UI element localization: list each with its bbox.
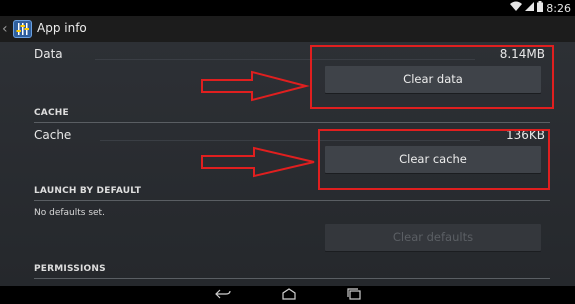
clear-defaults-button[interactable]: Clear defaults — [325, 224, 541, 251]
back-icon[interactable] — [215, 288, 231, 303]
permissions-section-header: PERMISSIONS — [34, 264, 550, 279]
app-icon[interactable] — [13, 20, 32, 38]
status-icons: 8:26 — [510, 0, 571, 16]
up-chevron-icon[interactable]: ‹ — [2, 20, 10, 38]
recent-apps-icon[interactable] — [346, 288, 362, 303]
cache-section-title: CACHE — [34, 108, 69, 118]
data-label: Data — [34, 47, 63, 61]
section-divider — [34, 122, 550, 123]
battery-icon — [537, 1, 544, 15]
launch-by-default-title: LAUNCH BY DEFAULT — [34, 186, 142, 196]
cache-section-header: CACHE — [34, 108, 550, 123]
arrow-to-clear-cache-icon — [201, 146, 315, 178]
section-divider — [34, 278, 550, 279]
signal-icon — [525, 1, 535, 15]
no-defaults-text: No defaults set. — [34, 208, 105, 218]
permissions-title: PERMISSIONS — [34, 264, 106, 274]
highlight-box-clear-data — [310, 45, 554, 109]
clock: 8:26 — [546, 1, 571, 15]
home-icon[interactable] — [281, 288, 297, 303]
wifi-icon — [510, 1, 523, 15]
action-bar: ‹ App info — [0, 16, 575, 42]
status-bar: 8:26 — [0, 0, 575, 16]
page-title: App info — [37, 21, 87, 35]
navigation-bar — [0, 286, 575, 304]
cache-label: Cache — [34, 128, 72, 142]
highlight-box-clear-cache — [318, 129, 550, 190]
section-divider — [34, 200, 550, 201]
arrow-to-clear-data-icon — [201, 70, 310, 102]
